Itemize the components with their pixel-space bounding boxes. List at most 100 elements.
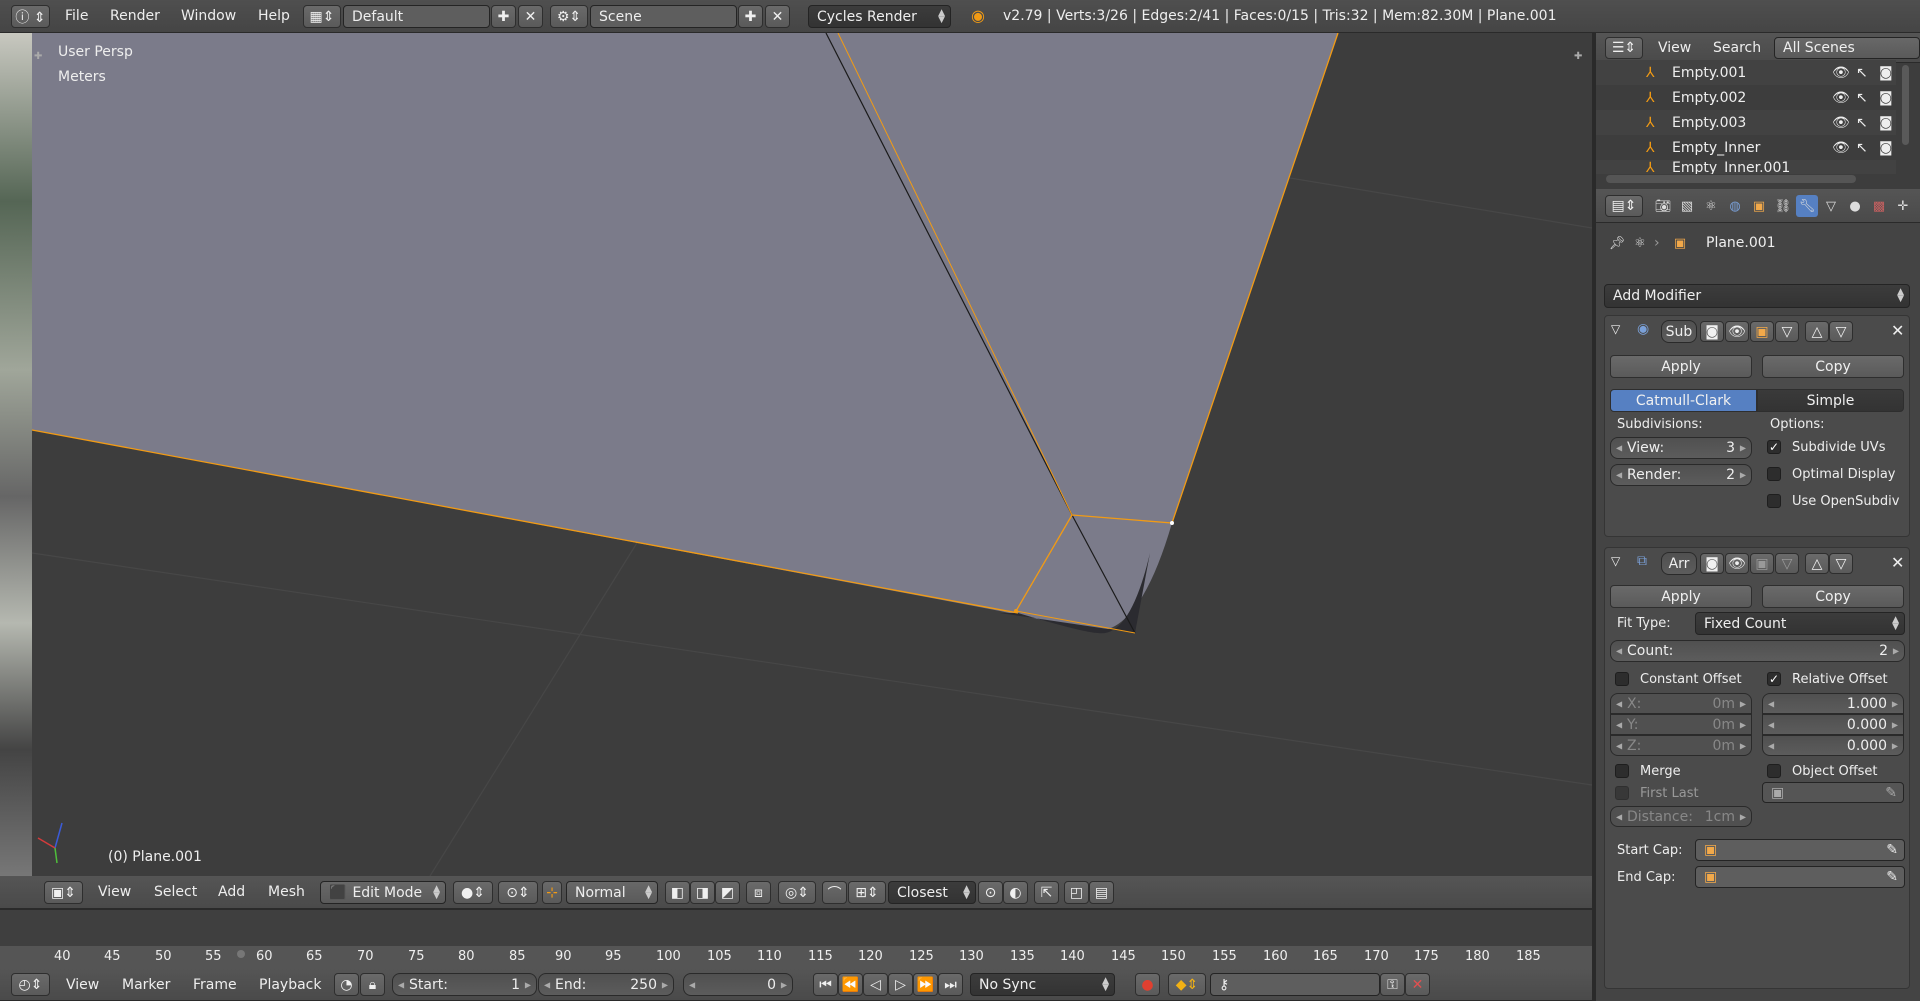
visibility-eye-icon[interactable]: 👁︎ [1832, 140, 1850, 156]
material-tab-icon[interactable]: ● [1844, 195, 1866, 217]
properties-toggle-icon[interactable]: ✚ [1574, 51, 1582, 62]
start-frame-field[interactable]: ◀ Start: 1 ▶ [392, 973, 537, 996]
play-icon[interactable]: ▷ [888, 973, 913, 996]
renderable-camera-icon[interactable]: ◙ [1879, 90, 1893, 106]
relative-y-field[interactable]: ◀ 0.000 ▶ [1762, 714, 1904, 735]
visibility-eye-icon[interactable]: 👁︎ [1832, 90, 1850, 106]
selectable-cursor-icon[interactable]: ↖ [1856, 90, 1868, 106]
snap-toggle-icon[interactable]: ⌒ [822, 881, 847, 904]
limit-selection-icon[interactable]: ⧈ [746, 881, 771, 904]
remove-modifier-icon[interactable]: ✕ [1891, 321, 1904, 340]
selectable-cursor-icon[interactable]: ↖ [1856, 115, 1868, 131]
scene-tab-icon[interactable]: ⚛ [1700, 195, 1722, 217]
outliner-item[interactable]: ⅄ Empty.001 👁︎ ↖ ◙ [1596, 60, 1896, 85]
physics-tab-icon[interactable]: ✛ [1892, 195, 1914, 217]
end-cap-field[interactable]: ▣ ✎ [1695, 866, 1905, 888]
snap-element-icon[interactable]: ⊞⇕ [848, 881, 886, 904]
outliner-filter-dropdown[interactable]: All Scenes [1774, 37, 1920, 59]
preview-range-icon[interactable]: ◔ [334, 973, 359, 996]
subdivide-uvs-checkbox[interactable]: ✓ [1767, 440, 1781, 454]
cage-toggle-icon[interactable]: ▽ [1775, 321, 1799, 342]
outliner-item[interactable]: ⅄ Empty.002 👁︎ ↖ ◙ [1596, 85, 1896, 110]
editor-type-outliner[interactable]: ☰⇕ [1605, 37, 1643, 59]
renderable-camera-icon[interactable]: ◙ [1879, 65, 1893, 81]
proportional-edit-icon[interactable]: ◎⇕ [778, 881, 816, 904]
realtime-toggle-icon[interactable]: 👁︎ [1725, 553, 1749, 574]
pivot-dropdown[interactable]: ⊙⇕ [498, 881, 538, 904]
keying-set-icon[interactable]: ◆⇕ [1168, 973, 1206, 996]
render-image-icon[interactable]: ◰ [1064, 881, 1089, 904]
modifiers-tab-icon[interactable]: 🔧︎ [1796, 195, 1818, 217]
move-down-icon[interactable]: ▽ [1829, 553, 1853, 574]
visibility-eye-icon[interactable]: 👁︎ [1832, 65, 1850, 81]
catmull-clark-button[interactable]: Catmull-Clark [1610, 389, 1757, 412]
move-up-icon[interactable]: △ [1805, 553, 1829, 574]
end-frame-field[interactable]: ◀ End: 250 ▶ [538, 973, 674, 996]
move-down-icon[interactable]: ▽ [1829, 321, 1853, 342]
view-levels-field[interactable]: ◀ View: 3 ▶ [1610, 437, 1752, 459]
renderable-camera-icon[interactable]: ◙ [1879, 140, 1893, 156]
select-vertex-icon[interactable]: ◧ [665, 881, 690, 904]
menu-help[interactable]: Help [258, 8, 290, 24]
constraints-tab-icon[interactable]: ⛓ [1772, 195, 1794, 217]
render-toggle-icon[interactable]: ◙ [1700, 553, 1724, 574]
menu-view[interactable]: View [98, 884, 131, 900]
select-face-icon[interactable]: ◩ [715, 881, 740, 904]
orientation-dropdown[interactable]: Normal ▲ ▼ [566, 881, 658, 904]
render-animation-icon[interactable]: ▤ [1089, 881, 1114, 904]
constant-offset-checkbox[interactable] [1615, 672, 1629, 686]
pin-icon[interactable]: 📌︎ [1606, 232, 1628, 254]
menu-select[interactable]: Select [154, 884, 197, 900]
outliner[interactable]: ☰⇕ View Search All Scenes ⅄ Empty.001 👁︎ ↖ ◙… [1596, 33, 1920, 189]
outliner-menu-search[interactable]: Search [1713, 40, 1761, 56]
shading-dropdown[interactable]: ●⇕ [453, 881, 493, 904]
optimal-display-checkbox[interactable] [1767, 467, 1781, 481]
merge-checkbox[interactable] [1615, 764, 1629, 778]
collapse-arrow-icon[interactable]: ▽ [1611, 554, 1620, 568]
editmode-toggle-icon[interactable]: ▣ [1750, 321, 1774, 342]
simple-button[interactable]: Simple [1757, 389, 1904, 412]
offset-object-field[interactable]: ▣ ✎ [1762, 782, 1904, 803]
sync-dropdown[interactable]: No Sync ▲ ▼ [970, 973, 1115, 996]
render-engine-dropdown[interactable]: Cycles Render ▲ ▼ [808, 5, 951, 28]
count-field[interactable]: ◀ Count: 2 ▶ [1610, 640, 1905, 662]
snap-align-icon[interactable]: ⊙ [978, 881, 1003, 904]
object-tab-icon[interactable]: ▣ [1748, 195, 1770, 217]
subsurf-apply-button[interactable]: Apply [1610, 355, 1752, 378]
menu-mesh[interactable]: Mesh [268, 884, 305, 900]
menu-window[interactable]: Window [181, 8, 236, 24]
remove-scene-button[interactable]: ✕ [765, 5, 790, 28]
editmode-toggle-icon[interactable]: ▣ [1750, 553, 1774, 574]
timeline[interactable]: 40 45 50 55 60 65 70 75 80 85 90 95 100 … [0, 909, 1592, 970]
constant-x-field[interactable]: ◀ X: 0m ▶ [1610, 693, 1752, 714]
outliner-item[interactable]: ⅄ Empty.003 👁︎ ↖ ◙ [1596, 110, 1896, 135]
jump-end-icon[interactable]: ⏭ [938, 973, 963, 996]
world-tab-icon[interactable]: ◍ [1724, 195, 1746, 217]
add-scene-button[interactable]: ✚ [738, 5, 763, 28]
snap-target-dropdown[interactable]: Closest ▲ ▼ [888, 881, 976, 904]
relative-x-field[interactable]: ◀ 1.000 ▶ [1762, 693, 1904, 714]
cage-toggle-icon[interactable]: ▽ [1775, 553, 1799, 574]
render-toggle-icon[interactable]: ◙ [1700, 321, 1724, 342]
menu-marker[interactable]: Marker [122, 977, 170, 993]
relative-z-field[interactable]: ◀ 0.000 ▶ [1762, 735, 1904, 756]
relative-offset-checkbox[interactable]: ✓ [1767, 672, 1781, 686]
constant-z-field[interactable]: ◀ Z: 0m ▶ [1610, 735, 1752, 756]
menu-add[interactable]: Add [218, 884, 245, 900]
eyedropper-icon[interactable]: ✎ [1885, 785, 1897, 801]
play-reverse-icon[interactable]: ◁ [863, 973, 888, 996]
menu-playback[interactable]: Playback [259, 977, 321, 993]
editor-type-view3d[interactable]: ▣⇕ [44, 881, 83, 904]
outliner-menu-view[interactable]: View [1658, 40, 1691, 56]
renderable-camera-icon[interactable]: ◙ [1879, 115, 1893, 131]
realtime-toggle-icon[interactable]: 👁︎ [1725, 321, 1749, 342]
use-opensubdiv-checkbox[interactable] [1767, 494, 1781, 508]
merge-distance-field[interactable]: ◀ Distance: 1cm ▶ [1610, 806, 1752, 827]
subsurf-copy-button[interactable]: Copy [1762, 355, 1904, 378]
outliner-item[interactable]: ⅄ Empty_Inner 👁︎ ↖ ◙ [1596, 135, 1896, 160]
move-up-icon[interactable]: △ [1805, 321, 1829, 342]
selectable-cursor-icon[interactable]: ↖ [1856, 140, 1868, 156]
toolshelf-toggle-icon[interactable]: ✚ [34, 51, 42, 62]
scene-icon[interactable]: ⚙⇕ [550, 5, 588, 28]
record-icon[interactable]: ● [1135, 973, 1160, 996]
